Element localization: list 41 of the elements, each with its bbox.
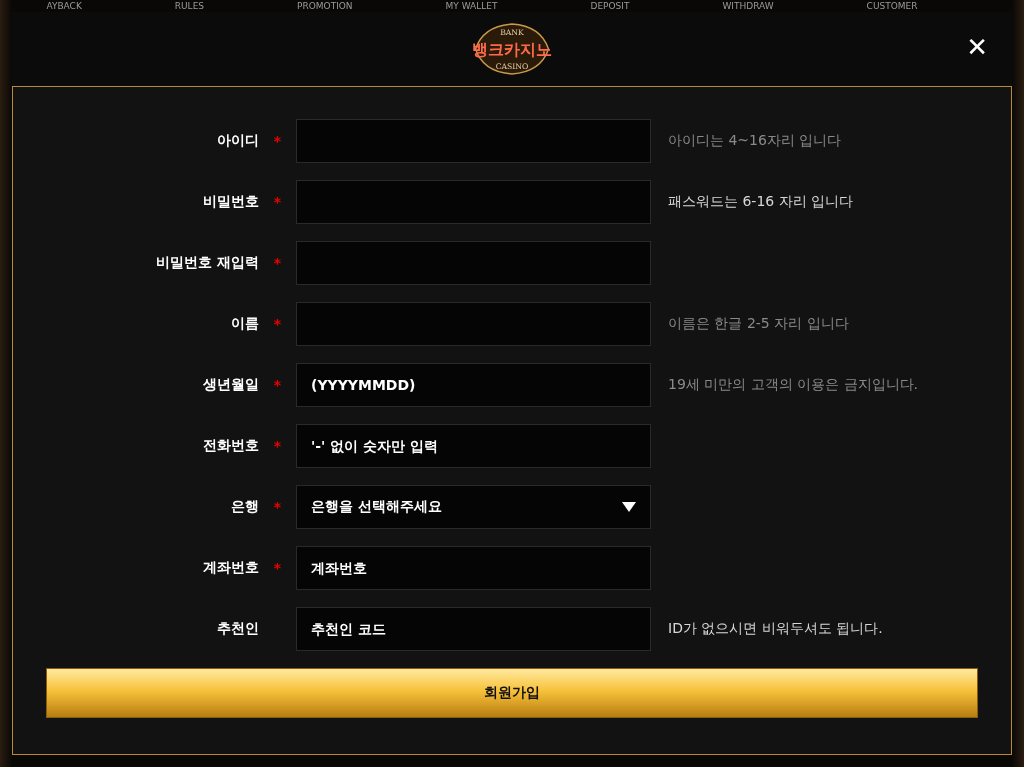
nav-link[interactable]: DEPOSIT bbox=[590, 0, 630, 12]
field-label: 전화번호 bbox=[202, 437, 259, 455]
required-mark: * bbox=[273, 255, 282, 271]
nav-link[interactable]: MY WALLET bbox=[445, 0, 498, 12]
field-label: 은행 bbox=[230, 498, 259, 516]
input-field[interactable]: '-' 없이 숫자만 입력 bbox=[296, 424, 651, 468]
field-hint: ID가 없으시면 비워두셔도 됩니다. bbox=[668, 620, 883, 638]
input-field[interactable]: (YYYYMMDD) bbox=[296, 363, 651, 407]
nav-link[interactable]: PROMOTION bbox=[297, 0, 353, 12]
input-field[interactable] bbox=[296, 119, 651, 163]
input-field[interactable] bbox=[296, 302, 651, 346]
field-label: 계좌번호 bbox=[202, 559, 259, 577]
required-mark: * bbox=[273, 438, 282, 454]
signup-button[interactable]: 회원가입 bbox=[46, 668, 978, 718]
required-mark: * bbox=[273, 377, 282, 393]
field-label: 이름 bbox=[230, 315, 259, 333]
field-hint: 19세 미만의 고객의 이용은 금지입니다. bbox=[668, 376, 919, 394]
caret-icon bbox=[622, 502, 636, 512]
field-label: 아이디 bbox=[216, 132, 259, 150]
nav-link[interactable]: CUSTOMER bbox=[866, 0, 918, 12]
required-mark: * bbox=[273, 194, 282, 210]
required-mark: * bbox=[273, 499, 282, 515]
required-mark: * bbox=[273, 316, 282, 332]
field-hint: 패스워드는 6-16 자리 입니다 bbox=[668, 193, 854, 211]
nav-link[interactable]: RULES bbox=[174, 0, 205, 12]
nav-link[interactable]: AYBACK bbox=[46, 0, 82, 12]
input-field[interactable]: 추천인 코드 bbox=[296, 607, 651, 651]
nav-link[interactable]: WITHDRAW bbox=[722, 0, 774, 12]
close-button[interactable]: ✕ bbox=[962, 32, 992, 62]
field-hint: 이름은 한글 2-5 자리 입니다 bbox=[668, 315, 849, 333]
input-field[interactable]: 계좌번호 bbox=[296, 546, 651, 590]
required-mark: * bbox=[273, 560, 282, 576]
required-mark: * bbox=[273, 133, 282, 149]
bank-select[interactable]: 은행을 선택해주세요 bbox=[296, 485, 651, 529]
field-label: 비밀번호 bbox=[202, 193, 259, 211]
field-label: 생년월일 bbox=[202, 376, 259, 394]
input-field[interactable] bbox=[296, 180, 651, 224]
field-hint: 아이디는 4~16자리 입니다 bbox=[668, 132, 842, 150]
field-label: 추천인 bbox=[216, 620, 259, 638]
input-field[interactable] bbox=[296, 241, 651, 285]
field-label: 비밀번호 재입력 bbox=[155, 254, 259, 272]
